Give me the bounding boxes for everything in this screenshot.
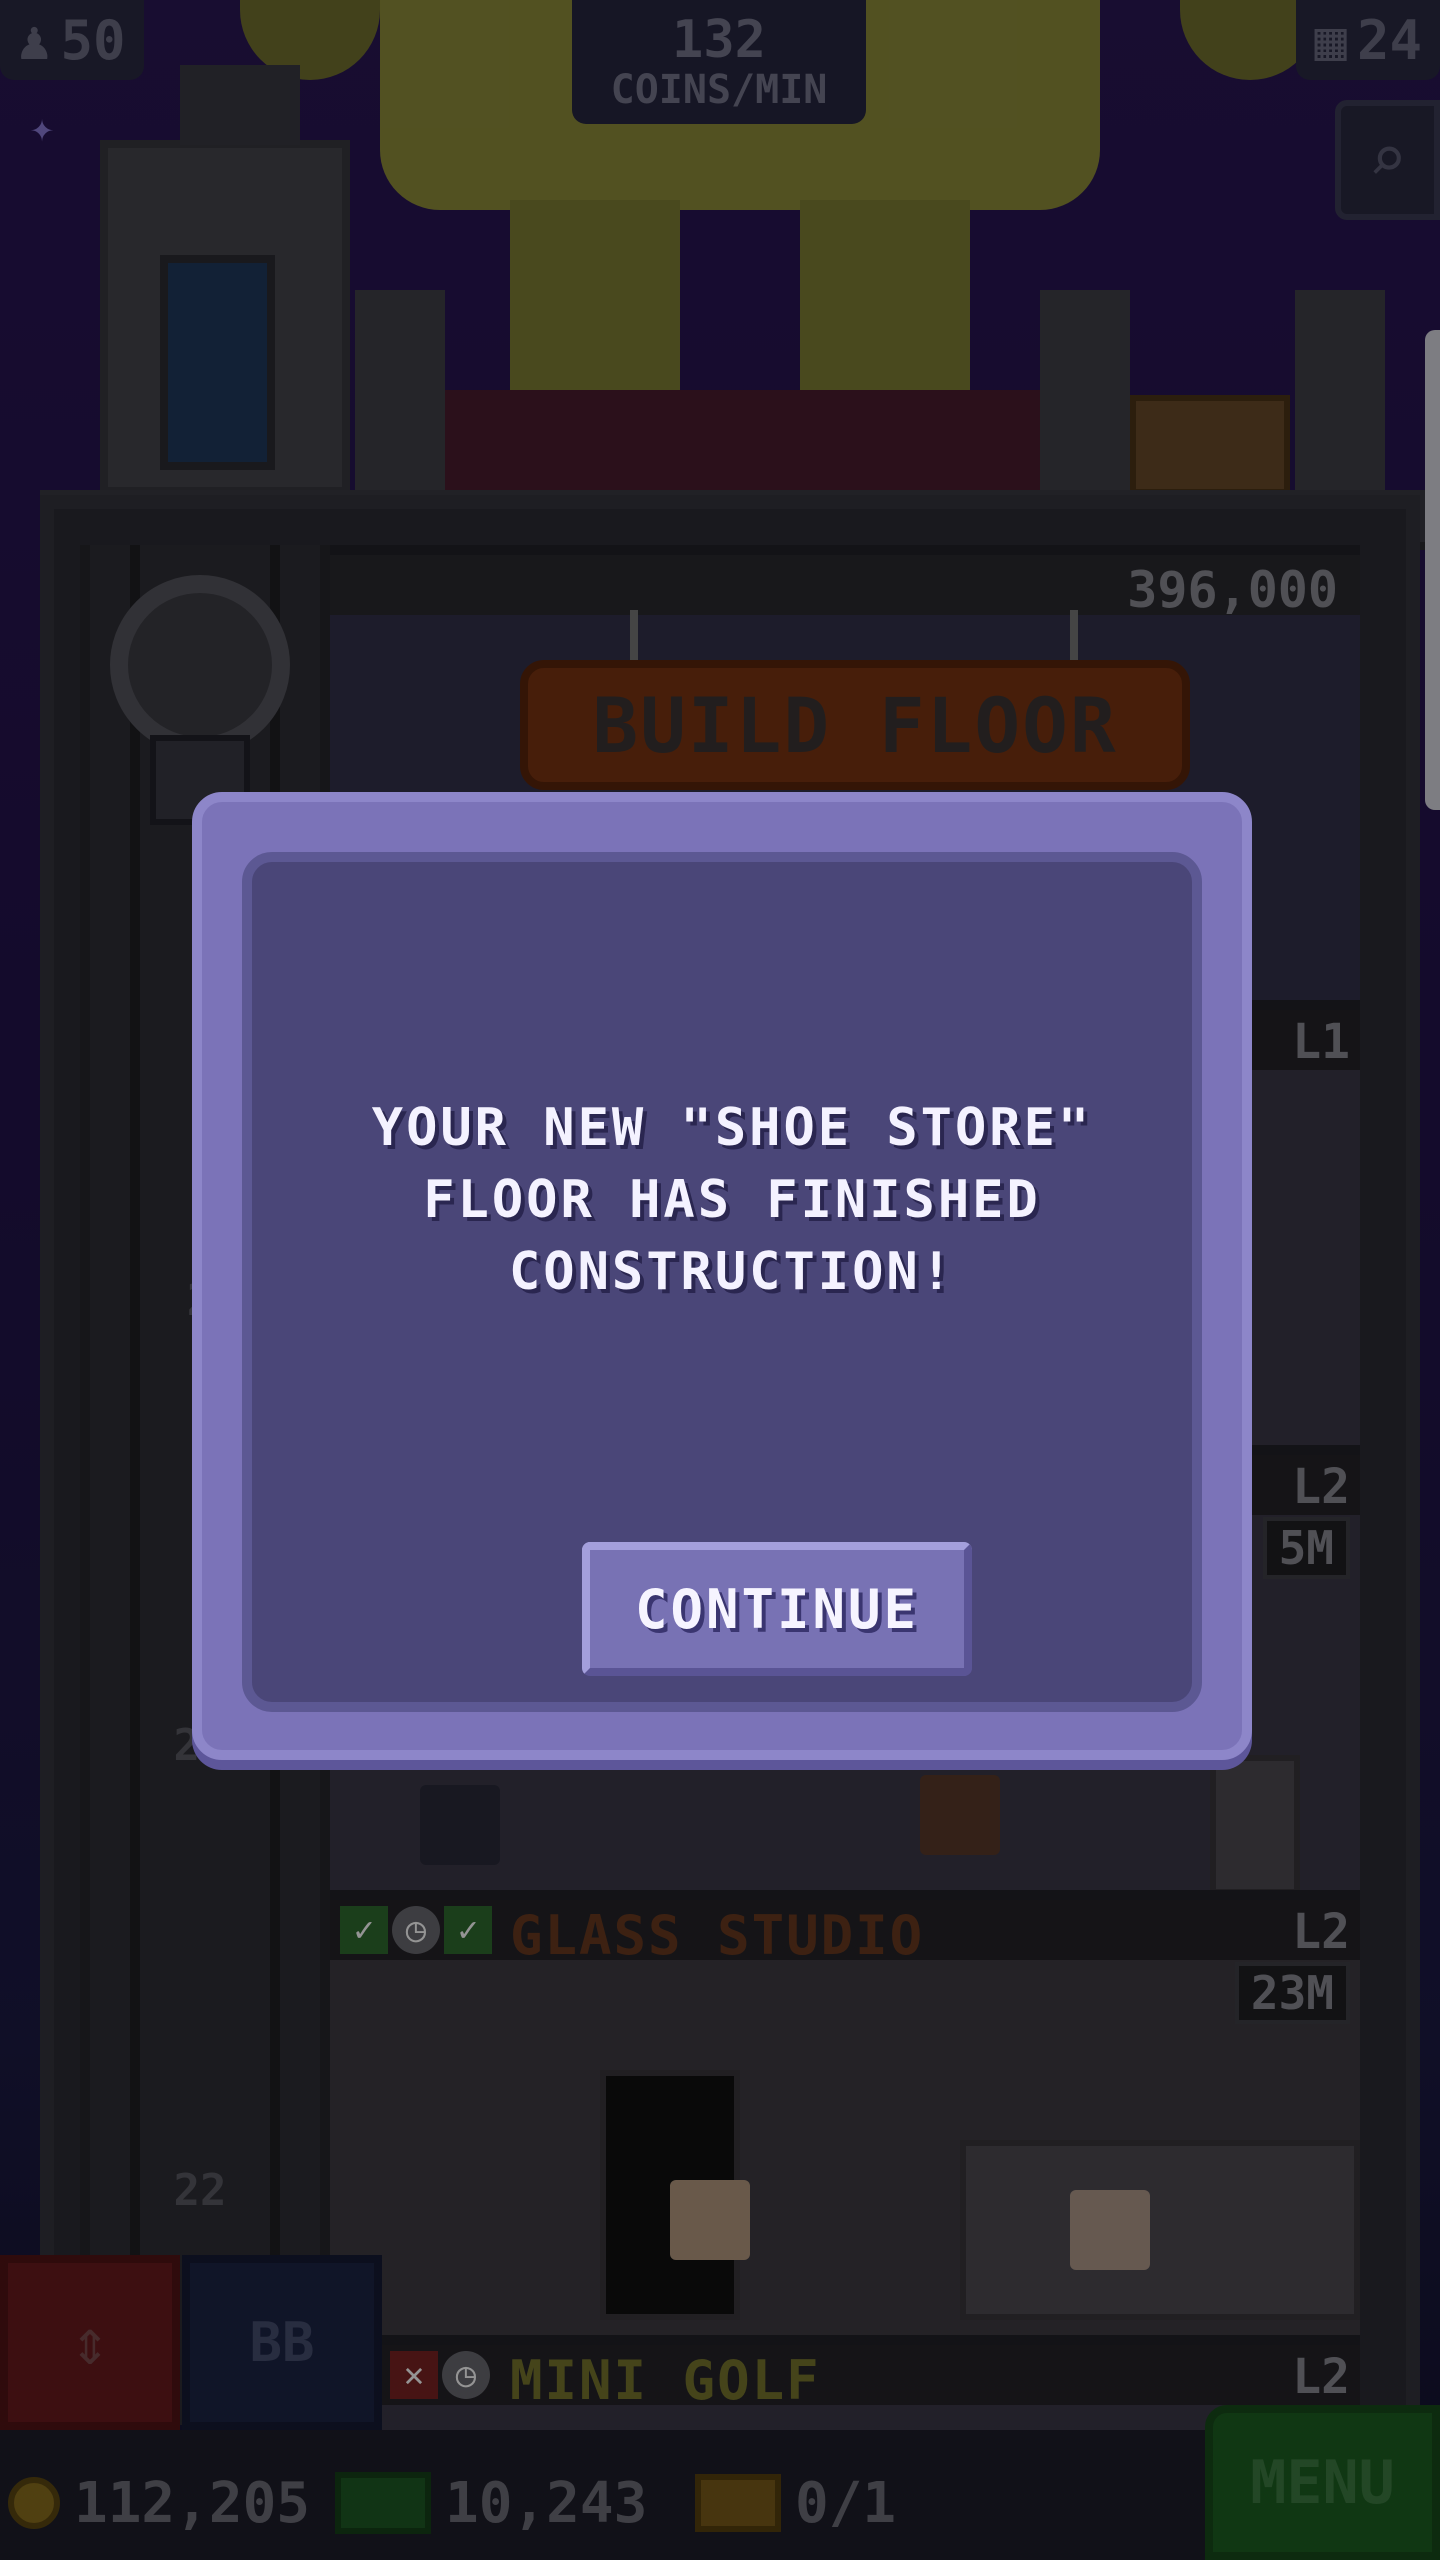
dialog-panel: YOUR NEW "SHOE STORE" FLOOR HAS FINISHED… bbox=[242, 852, 1202, 1712]
dialog-message: YOUR NEW "SHOE STORE" FLOOR HAS FINISHED… bbox=[371, 1098, 1093, 1302]
construction-complete-dialog: YOUR NEW "SHOE STORE" FLOOR HAS FINISHED… bbox=[192, 792, 1252, 1760]
continue-button[interactable]: CONTINUE bbox=[582, 1542, 972, 1676]
